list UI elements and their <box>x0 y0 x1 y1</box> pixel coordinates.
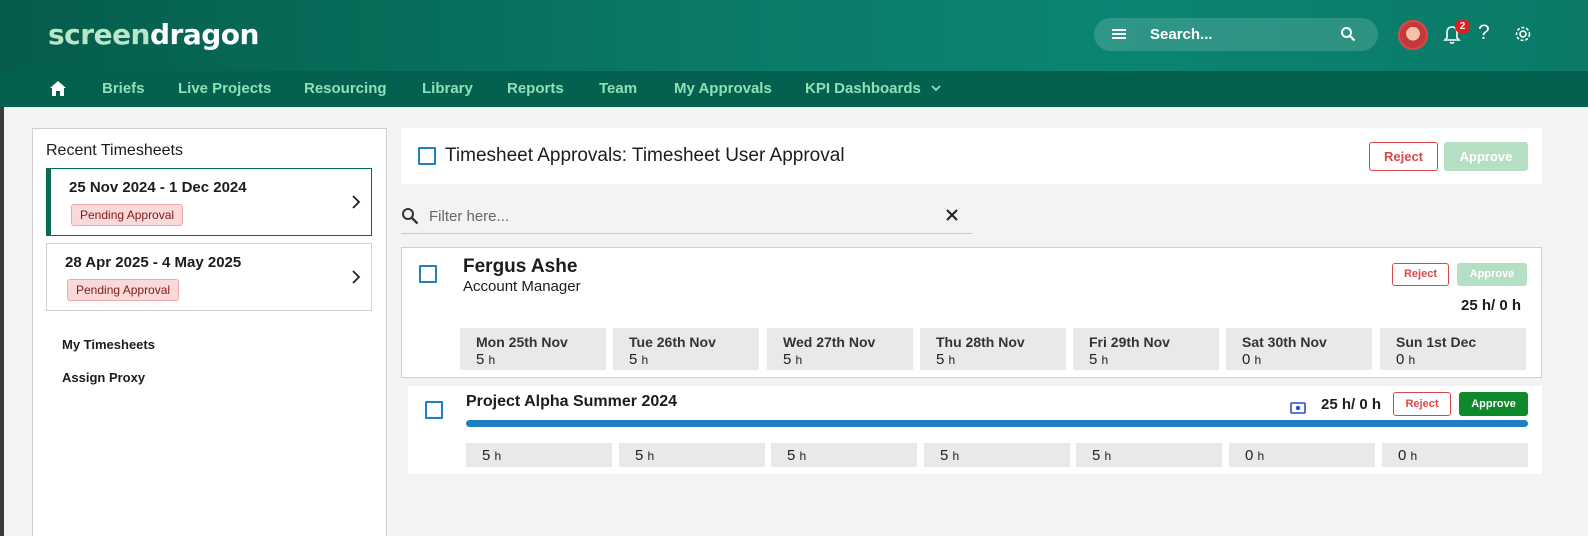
project-approve-button[interactable]: Approve <box>1459 392 1528 416</box>
project-hours-total: 25 h/ 0 h <box>1321 396 1382 413</box>
user-reject-button[interactable]: Reject <box>1392 263 1449 286</box>
search-icon <box>402 208 419 225</box>
day-summary: Wed 27th Nov 5 h <box>767 328 913 370</box>
status-badge: Pending Approval <box>71 204 184 226</box>
reject-all-button[interactable]: Reject <box>1369 142 1438 171</box>
nav-library[interactable]: Library <box>422 80 473 97</box>
chevron-right-icon[interactable] <box>351 195 361 209</box>
nav-my-approvals[interactable]: My Approvals <box>674 80 772 97</box>
approve-all-button[interactable]: Approve <box>1444 142 1528 171</box>
search-input[interactable]: Search... <box>1150 26 1213 43</box>
avatar[interactable] <box>1398 20 1428 50</box>
user-approve-button[interactable]: Approve <box>1457 263 1527 286</box>
project-day-hours: 0 h <box>1229 443 1375 467</box>
day-summary: Fri 29th Nov 5 h <box>1073 328 1219 370</box>
project-progress-bar <box>466 420 1528 427</box>
sidebar-title: Recent Timesheets <box>46 142 183 159</box>
select-all-checkbox[interactable] <box>418 147 436 165</box>
timesheet-range: 28 Apr 2025 - 4 May 2025 <box>65 254 242 271</box>
day-hours: 0 h <box>1396 351 1416 368</box>
nav-team[interactable]: Team <box>599 80 637 97</box>
nav-kpi-dashboards[interactable]: KPI Dashboards <box>805 80 921 97</box>
timesheet-range: 25 Nov 2024 - 1 Dec 2024 <box>69 179 247 196</box>
eye-icon[interactable] <box>1290 402 1306 414</box>
project-day-hours: 5 h <box>619 443 765 467</box>
day-hours: 5 h <box>783 351 803 368</box>
day-hours: 5 h <box>476 351 496 368</box>
nav-reports[interactable]: Reports <box>507 80 564 97</box>
assign-proxy-link[interactable]: Assign Proxy <box>62 370 145 385</box>
day-label: Mon 25th Nov <box>476 334 568 350</box>
day-hours: 5 h <box>936 351 956 368</box>
day-hours: 5 h <box>629 351 649 368</box>
day-summary: Tue 26th Nov 5 h <box>613 328 759 370</box>
user-checkbox[interactable] <box>419 265 437 283</box>
timesheet-card[interactable]: 28 Apr 2025 - 4 May 2025 Pending Approva… <box>46 243 372 311</box>
day-label: Sat 30th Nov <box>1242 334 1327 350</box>
screendragon-logo[interactable]: screendragon <box>48 18 259 51</box>
search-icon[interactable] <box>1340 26 1356 42</box>
day-label: Fri 29th Nov <box>1089 334 1170 350</box>
chevron-down-icon[interactable] <box>930 83 942 93</box>
nav-briefs[interactable]: Briefs <box>102 80 145 97</box>
menu-icon[interactable] <box>1111 26 1127 42</box>
chevron-right-icon[interactable] <box>351 270 361 284</box>
timesheet-card-active[interactable]: 25 Nov 2024 - 1 Dec 2024 Pending Approva… <box>46 168 372 236</box>
project-day-hours: 5 h <box>1076 443 1222 467</box>
day-hours: 5 h <box>1089 351 1109 368</box>
global-search[interactable]: Search... <box>1094 18 1378 51</box>
project-day-hours: 5 h <box>924 443 1070 467</box>
my-timesheets-link[interactable]: My Timesheets <box>62 337 155 352</box>
project-day-hours: 5 h <box>466 443 612 467</box>
day-label: Wed 27th Nov <box>783 334 876 350</box>
day-summary: Sun 1st Dec 0 h <box>1380 328 1526 370</box>
help-icon[interactable]: ? <box>1478 21 1490 45</box>
project-day-hours: 0 h <box>1382 443 1528 467</box>
user-role: Account Manager <box>463 278 581 295</box>
user-name: Fergus Ashe <box>463 256 578 277</box>
day-label: Sun 1st Dec <box>1396 334 1477 350</box>
notification-badge: 2 <box>1455 19 1470 34</box>
project-reject-button[interactable]: Reject <box>1393 392 1451 416</box>
day-summary: Sat 30th Nov 0 h <box>1226 328 1372 370</box>
project-title: Project Alpha Summer 2024 <box>466 393 678 410</box>
page-title: Timesheet Approvals: Timesheet User Appr… <box>445 145 845 166</box>
project-day-hours: 5 h <box>771 443 917 467</box>
gear-icon[interactable] <box>1513 24 1533 44</box>
filter-input[interactable] <box>429 205 929 227</box>
user-hours-total: 25 h/ 0 h <box>1461 297 1522 314</box>
day-label: Tue 26th Nov <box>629 334 716 350</box>
project-checkbox[interactable] <box>425 401 443 419</box>
day-hours: 0 h <box>1242 351 1262 368</box>
nav-live-projects[interactable]: Live Projects <box>178 80 271 97</box>
project-progress-fill <box>466 420 1528 427</box>
close-icon[interactable] <box>944 207 960 223</box>
day-label: Thu 28th Nov <box>936 334 1025 350</box>
day-summary: Thu 28th Nov 5 h <box>920 328 1066 370</box>
day-summary: Mon 25th Nov 5 h <box>460 328 606 370</box>
status-badge: Pending Approval <box>67 279 180 301</box>
window-edge <box>0 107 4 536</box>
nav-resourcing[interactable]: Resourcing <box>304 80 387 97</box>
home-icon[interactable] <box>49 80 67 97</box>
